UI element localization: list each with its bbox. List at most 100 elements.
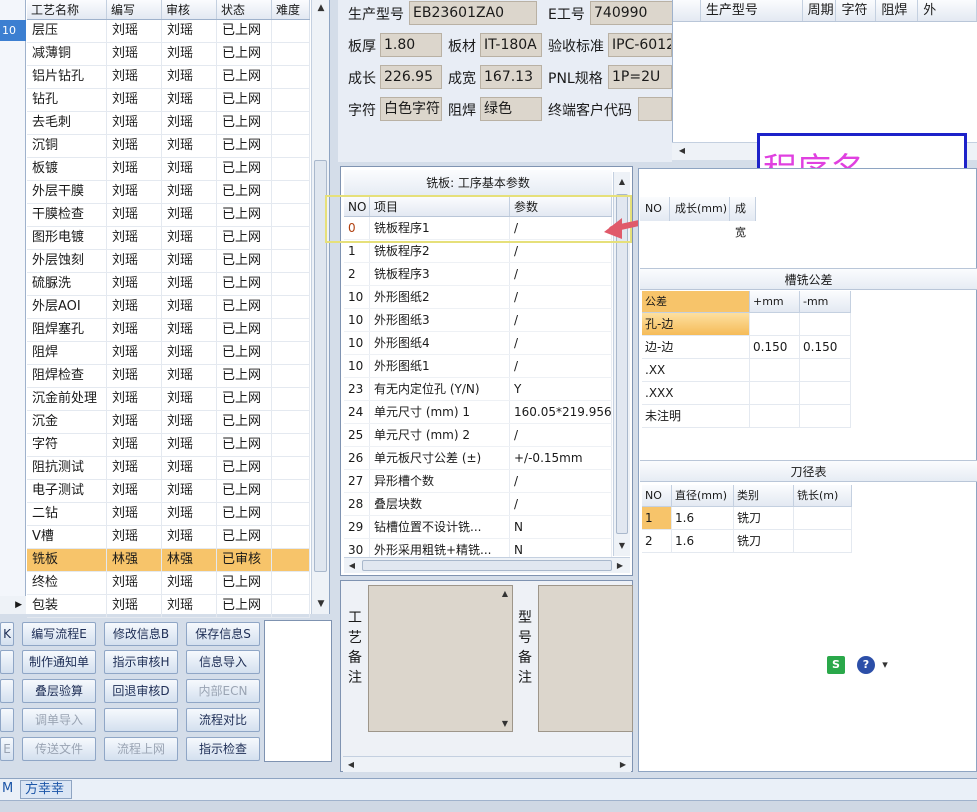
- edge-button-5[interactable]: E: [0, 737, 14, 761]
- status-user[interactable]: 方幸幸: [20, 780, 72, 799]
- send-file-button[interactable]: 传送文件: [22, 737, 96, 761]
- tol-col-name[interactable]: 公差: [642, 291, 750, 312]
- tool-col-type[interactable]: 类别: [734, 485, 794, 506]
- back-review-button[interactable]: 回退审核D: [104, 679, 178, 703]
- s-logo-icon[interactable]: S: [827, 656, 845, 674]
- scroll-left-icon[interactable]: ◀: [343, 757, 359, 773]
- standard-field[interactable]: IPC-6012: [608, 33, 672, 57]
- edge-button-1[interactable]: K: [0, 622, 14, 646]
- type-remark-field[interactable]: [538, 585, 633, 732]
- table-row[interactable]: 10 外形图纸4/: [344, 332, 612, 355]
- tol-col-minus[interactable]: -mm: [800, 291, 851, 312]
- table-row[interactable]: 沉金 刘瑶 刘瑶 已上网: [27, 411, 310, 434]
- table-row[interactable]: 外层干膜 刘瑶 刘瑶 已上网: [27, 181, 310, 204]
- table-row[interactable]: 二钻 刘瑶 刘瑶 已上网: [27, 503, 310, 526]
- table-row[interactable]: 去毛刺 刘瑶 刘瑶 已上网: [27, 112, 310, 135]
- import-info-button[interactable]: 信息导入: [186, 650, 260, 674]
- table-row[interactable]: 29 钻槽位置不设计铣... N: [344, 516, 612, 539]
- internal-ecn-button[interactable]: 内部ECN: [186, 679, 260, 703]
- edge-button-3[interactable]: [0, 679, 14, 703]
- char-field[interactable]: 白色字符: [380, 97, 442, 121]
- table-row[interactable]: 1 铣板程序2/: [344, 240, 612, 263]
- table-row[interactable]: 阻焊塞孔 刘瑶 刘瑶 已上网: [27, 319, 310, 342]
- table-row[interactable]: 阻抗测试 刘瑶 刘瑶 已上网: [27, 457, 310, 480]
- rt-col-char[interactable]: 字符: [836, 0, 877, 21]
- process-horizontal-scrollbar[interactable]: ▶: [0, 596, 26, 614]
- table-row[interactable]: 板镀 刘瑶 刘瑶 已上网: [27, 158, 310, 181]
- scroll-up-icon[interactable]: ▲: [312, 0, 330, 16]
- row-marker[interactable]: 10: [0, 20, 26, 41]
- table-row[interactable]: 24 单元尺寸 (mm) 1 160.05*219.956: [344, 401, 612, 424]
- size-col-width[interactable]: 成宽: [730, 197, 756, 239]
- guide-review-button[interactable]: 指示审核H: [104, 650, 178, 674]
- scroll-left-icon[interactable]: ◀: [344, 558, 360, 574]
- table-row[interactable]: 10 外形图纸2/: [344, 286, 612, 309]
- table-row[interactable]: 10 外形图纸1/: [344, 355, 612, 378]
- table-row[interactable]: 未注明: [642, 405, 851, 428]
- scroll-down-icon[interactable]: ▼: [312, 596, 330, 612]
- table-row[interactable]: 23 有无内定位孔 (Y/N) Y: [344, 378, 612, 401]
- notes-box[interactable]: [264, 620, 332, 762]
- table-row[interactable]: 10 外形图纸3/: [344, 309, 612, 332]
- table-row[interactable]: 字符 刘瑶 刘瑶 已上网: [27, 434, 310, 457]
- table-row[interactable]: 硫脲洗 刘瑶 刘瑶 已上网: [27, 273, 310, 296]
- length-field[interactable]: 226.95: [380, 65, 442, 89]
- edge-button-2[interactable]: [0, 650, 14, 674]
- table-row[interactable]: 27 异形槽个数 /: [344, 470, 612, 493]
- scroll-right-icon[interactable]: ▶: [615, 757, 631, 773]
- table-row[interactable]: 电子测试 刘瑶 刘瑶 已上网: [27, 480, 310, 503]
- more-icon[interactable]: ▾: [879, 656, 891, 674]
- thickness-field[interactable]: 1.80: [380, 33, 442, 57]
- mask-field[interactable]: 绿色: [480, 97, 542, 121]
- table-row[interactable]: 图形电镀 刘瑶 刘瑶 已上网: [27, 227, 310, 250]
- table-row[interactable]: 阻焊 刘瑶 刘瑶 已上网: [27, 342, 310, 365]
- rt-col-cycle[interactable]: 周期: [803, 0, 837, 21]
- pnl-field[interactable]: 1P=2U: [608, 65, 672, 89]
- table-row[interactable]: 铝片钻孔 刘瑶 刘瑶 已上网: [27, 66, 310, 89]
- tool-col-no[interactable]: NO: [642, 485, 672, 506]
- rt-col-outer[interactable]: 外: [918, 0, 977, 21]
- size-col-no[interactable]: NO: [640, 197, 670, 221]
- col-process-name[interactable]: 工艺名称: [27, 0, 107, 19]
- scroll-thumb[interactable]: [616, 194, 628, 534]
- tool-col-length[interactable]: 铣长(m): [794, 485, 852, 506]
- table-row[interactable]: 钻孔 刘瑶 刘瑶 已上网: [27, 89, 310, 112]
- modify-info-button[interactable]: 修改信息B: [104, 622, 178, 646]
- flow-online-button[interactable]: 流程上网: [104, 737, 178, 761]
- customer-field[interactable]: [638, 97, 672, 121]
- save-info-button[interactable]: 保存信息S: [186, 622, 260, 646]
- help-icon[interactable]: ?: [857, 656, 875, 674]
- table-row[interactable]: 25 单元尺寸 (mm) 2/: [344, 424, 612, 447]
- lamination-check-button[interactable]: 叠层验算: [22, 679, 96, 703]
- tol-col-plus[interactable]: +mm: [750, 291, 800, 312]
- table-row[interactable]: 干膜检查 刘瑶 刘瑶 已上网: [27, 204, 310, 227]
- scroll-left-icon[interactable]: ◀: [674, 143, 690, 159]
- table-row[interactable]: 1 1.6 铣刀: [642, 507, 852, 530]
- table-row[interactable]: 终检 刘瑶 刘瑶 已上网: [27, 572, 310, 595]
- width-field[interactable]: 167.13: [480, 65, 542, 89]
- table-row[interactable]: 26 单元板尺寸公差 (±) +/-0.15mm: [344, 447, 612, 470]
- table-row[interactable]: 2 1.6 铣刀: [642, 530, 852, 553]
- table-row[interactable]: 边-边 0.150 0.150: [642, 336, 851, 359]
- rt-col-model[interactable]: 生产型号: [701, 0, 803, 21]
- table-row[interactable]: 减薄铜 刘瑶 刘瑶 已上网: [27, 43, 310, 66]
- model-field[interactable]: EB23601ZA0: [409, 1, 537, 25]
- scroll-up-icon[interactable]: ▲: [497, 586, 513, 602]
- rt-col-mask[interactable]: 阻焊: [876, 0, 919, 21]
- tool-col-diameter[interactable]: 直径(mm): [672, 485, 734, 506]
- table-row[interactable]: 层压 刘瑶 刘瑶 已上网: [27, 20, 310, 43]
- col-status[interactable]: 状态: [217, 0, 272, 19]
- scroll-right-icon[interactable]: ▶: [612, 558, 628, 574]
- make-notice-button[interactable]: 制作通知单: [22, 650, 96, 674]
- table-row[interactable]: 包装 刘瑶 刘瑶 已上网: [27, 595, 310, 618]
- guide-check-button[interactable]: 指示检查: [186, 737, 260, 761]
- flow-compare-button[interactable]: 流程对比: [186, 708, 260, 732]
- milling-hscroll[interactable]: ◀ ▶: [344, 557, 630, 573]
- table-row[interactable]: .XX: [642, 359, 851, 382]
- col-author[interactable]: 编写: [107, 0, 162, 19]
- edit-flow-button[interactable]: 编写流程E: [22, 622, 96, 646]
- scroll-down-icon[interactable]: ▼: [497, 716, 513, 732]
- remarks-hscroll[interactable]: ◀ ▶: [343, 756, 631, 772]
- process-remark-field[interactable]: ▲ ▼: [368, 585, 513, 732]
- table-row[interactable]: 沉金前处理 刘瑶 刘瑶 已上网: [27, 388, 310, 411]
